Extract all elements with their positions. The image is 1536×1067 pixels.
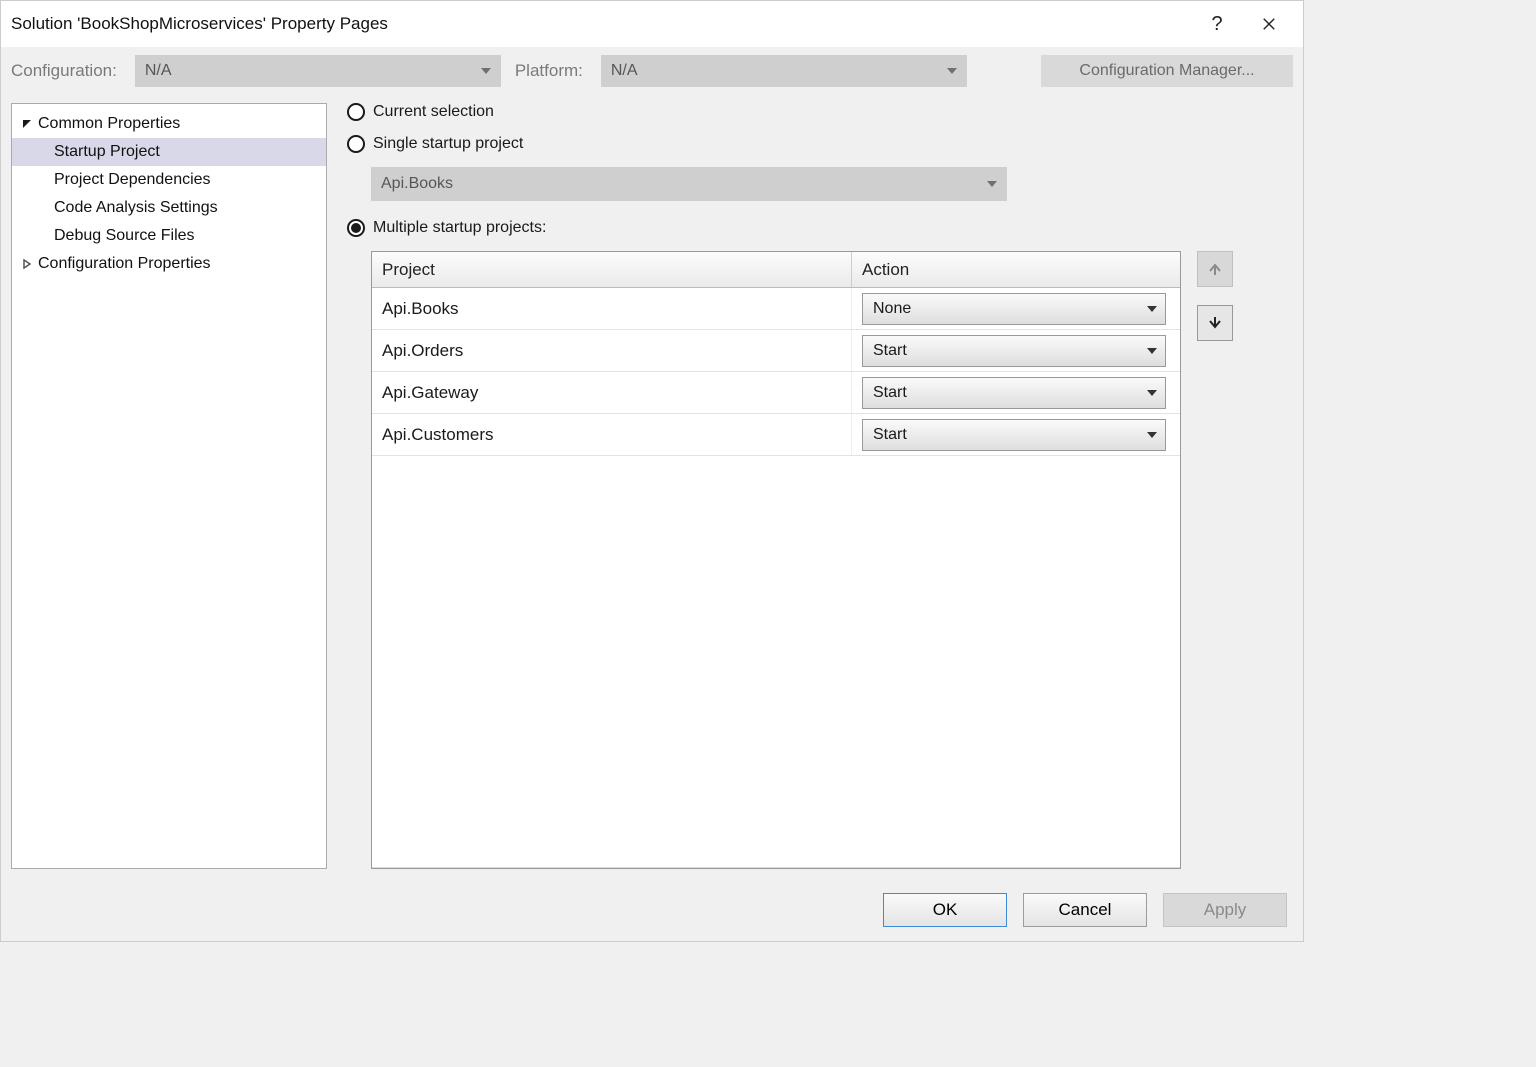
radio-label: Current selection — [373, 103, 494, 121]
configuration-row: Configuration: N/A Platform: N/A Configu… — [1, 47, 1303, 95]
tree-label: Common Properties — [38, 115, 180, 133]
action-dropdown[interactable]: None — [862, 293, 1166, 325]
tree-node-startup-project[interactable]: Startup Project — [12, 138, 326, 166]
tree-node-debug-source-files[interactable]: Debug Source Files — [12, 222, 326, 250]
radio-single-startup[interactable]: Single startup project — [347, 135, 1293, 153]
radio-multiple-startup[interactable]: Multiple startup projects: — [347, 219, 1293, 237]
configuration-manager-button[interactable]: Configuration Manager... — [1041, 55, 1293, 87]
project-cell: Api.Customers — [372, 414, 852, 455]
project-cell: Api.Orders — [372, 330, 852, 371]
table-row[interactable]: Api.Customers Start — [372, 414, 1180, 456]
table-row[interactable]: Api.Books None — [372, 288, 1180, 330]
tree-node-common-properties[interactable]: Common Properties — [12, 110, 326, 138]
single-startup-value: Api.Books — [381, 175, 453, 193]
action-value: None — [873, 300, 911, 318]
chevron-down-icon — [1147, 306, 1157, 312]
tree-label: Debug Source Files — [54, 227, 195, 245]
configuration-dropdown[interactable]: N/A — [135, 55, 501, 87]
property-tree[interactable]: Common Properties Startup Project Projec… — [11, 103, 327, 869]
move-up-button[interactable] — [1197, 251, 1233, 287]
platform-value: N/A — [611, 62, 638, 80]
multiple-startup-area: Project Action Api.Books None — [371, 251, 1293, 869]
radio-current-selection[interactable]: Current selection — [347, 103, 1293, 121]
tree-label: Configuration Properties — [38, 255, 211, 273]
chevron-down-icon — [987, 181, 997, 187]
cancel-button[interactable]: Cancel — [1023, 893, 1147, 927]
ok-button[interactable]: OK — [883, 893, 1007, 927]
chevron-down-icon — [1147, 390, 1157, 396]
action-value: Start — [873, 342, 907, 360]
window-title: Solution 'BookShopMicroservices' Propert… — [11, 14, 1191, 34]
column-header-action[interactable]: Action — [852, 252, 1180, 287]
action-value: Start — [873, 426, 907, 444]
action-cell: None — [852, 288, 1180, 329]
configuration-value: N/A — [145, 62, 172, 80]
property-pages-dialog: Solution 'BookShopMicroservices' Propert… — [0, 0, 1304, 942]
configuration-label: Configuration: — [11, 61, 117, 81]
apply-button[interactable]: Apply — [1163, 893, 1287, 927]
radio-label: Single startup project — [373, 135, 523, 153]
chevron-down-icon — [481, 68, 491, 74]
grid-header: Project Action — [372, 252, 1180, 288]
chevron-down-icon — [947, 68, 957, 74]
action-cell: Start — [852, 372, 1180, 413]
dialog-body: Common Properties Startup Project Projec… — [1, 95, 1303, 879]
radio-icon — [347, 103, 365, 121]
radio-label: Multiple startup projects: — [373, 219, 546, 237]
project-cell: Api.Gateway — [372, 372, 852, 413]
action-dropdown[interactable]: Start — [862, 377, 1166, 409]
expander-expanded-icon — [20, 117, 34, 131]
tree-node-project-dependencies[interactable]: Project Dependencies — [12, 166, 326, 194]
platform-dropdown[interactable]: N/A — [601, 55, 967, 87]
action-dropdown[interactable]: Start — [862, 419, 1166, 451]
expander-collapsed-icon — [20, 257, 34, 271]
startup-project-panel: Current selection Single startup project… — [347, 103, 1293, 869]
table-row[interactable]: Api.Orders Start — [372, 330, 1180, 372]
action-dropdown[interactable]: Start — [862, 335, 1166, 367]
table-row[interactable]: Api.Gateway Start — [372, 372, 1180, 414]
single-startup-dropdown[interactable]: Api.Books — [371, 167, 1007, 201]
dialog-footer: OK Cancel Apply — [1, 879, 1303, 941]
project-cell: Api.Books — [372, 288, 852, 329]
help-button[interactable]: ? — [1191, 1, 1243, 47]
tree-label: Code Analysis Settings — [54, 199, 218, 217]
arrow-down-icon — [1207, 315, 1223, 331]
move-down-button[interactable] — [1197, 305, 1233, 341]
action-cell: Start — [852, 414, 1180, 455]
tree-label: Project Dependencies — [54, 171, 211, 189]
action-cell: Start — [852, 330, 1180, 371]
radio-icon — [347, 219, 365, 237]
column-header-project[interactable]: Project — [372, 252, 852, 287]
close-button[interactable] — [1243, 1, 1295, 47]
reorder-buttons — [1197, 251, 1233, 869]
arrow-up-icon — [1207, 261, 1223, 277]
chevron-down-icon — [1147, 432, 1157, 438]
close-icon — [1262, 17, 1276, 31]
tree-node-configuration-properties[interactable]: Configuration Properties — [12, 250, 326, 278]
platform-label: Platform: — [515, 61, 583, 81]
tree-label: Startup Project — [54, 143, 160, 161]
tree-node-code-analysis-settings[interactable]: Code Analysis Settings — [12, 194, 326, 222]
action-value: Start — [873, 384, 907, 402]
startup-projects-grid: Project Action Api.Books None — [371, 251, 1181, 869]
titlebar: Solution 'BookShopMicroservices' Propert… — [1, 1, 1303, 47]
radio-icon — [347, 135, 365, 153]
grid-body: Api.Books None Api.Orders — [372, 288, 1180, 868]
chevron-down-icon — [1147, 348, 1157, 354]
